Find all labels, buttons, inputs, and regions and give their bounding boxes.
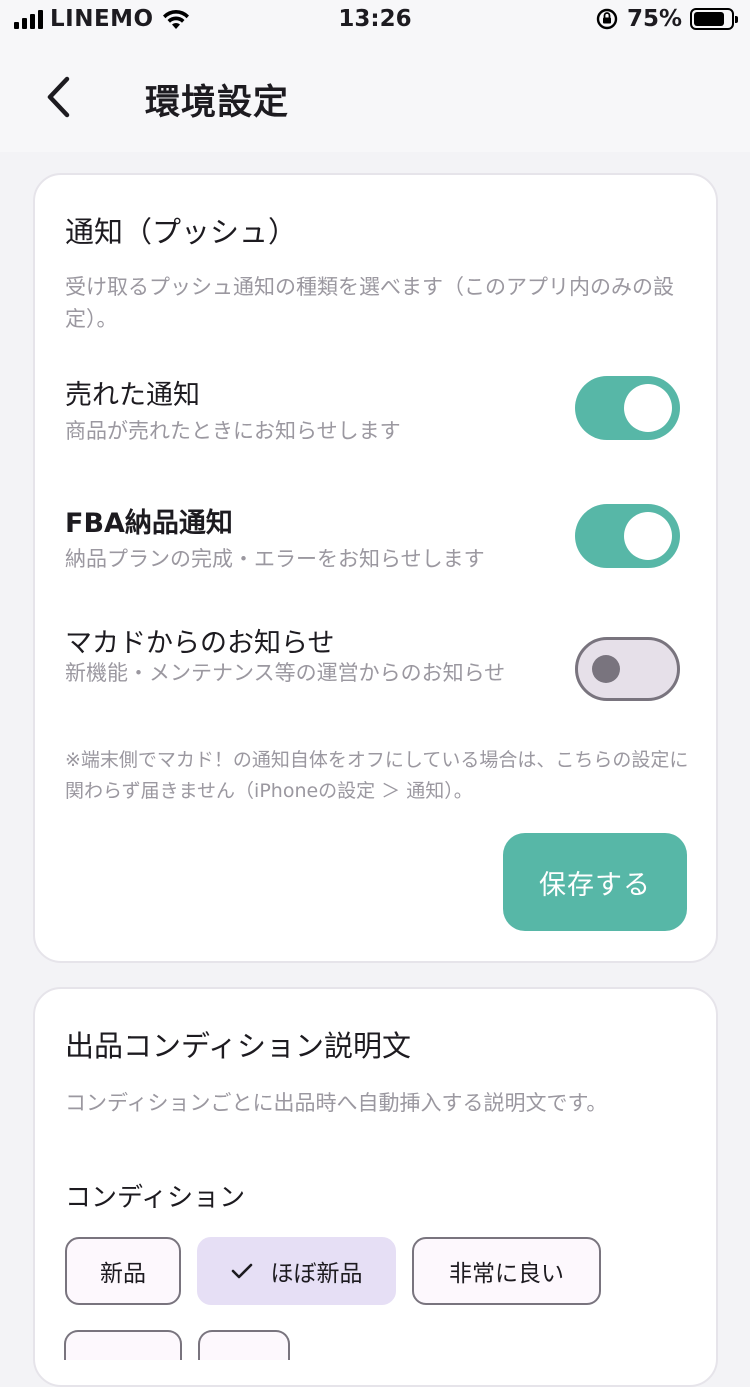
battery-percent: 75% <box>626 6 682 32</box>
chip-very-good[interactable]: 非常に良い <box>412 1237 601 1305</box>
chip-like-new[interactable]: ほぼ新品 <box>197 1237 396 1305</box>
notification-note: ※端末側でマカド！の通知自体をオフにしている場合は、こちらの設定に関わらず届きま… <box>65 749 689 802</box>
battery-icon <box>690 8 738 30</box>
notifications-card-description: 受け取るプッシュ通知の種類を選べます（このアプリ内のみの設定）。 <box>65 275 674 331</box>
app-header: 環境設定 <box>0 40 750 152</box>
notifications-card: 通知（プッシュ） 受け取るプッシュ通知の種類を選べます（このアプリ内のみの設定）… <box>33 173 718 963</box>
chip-new[interactable]: 新品 <box>65 1237 181 1305</box>
chip-label: 新品 <box>100 1261 146 1287</box>
check-icon <box>231 1263 252 1279</box>
back-button[interactable] <box>38 74 78 120</box>
setting-makado-subtitle: 新機能・メンテナンス等の運営からのお知らせ <box>65 661 506 685</box>
condition-card: 出品コンディション説明文 コンディションごとに出品時へ自動挿入する説明文です。 … <box>33 987 718 1387</box>
setting-fba-subtitle: 納品プランの完成・エラーをお知らせします <box>65 547 485 571</box>
setting-fba-title: FBA納品通知 <box>65 508 233 539</box>
condition-label: コンディション <box>65 1183 246 1213</box>
status-right: 75% <box>595 6 738 32</box>
setting-sold-title: 売れた通知 <box>65 380 200 411</box>
notifications-card-title: 通知（プッシュ） <box>65 215 298 249</box>
toggle-knob <box>624 384 672 432</box>
chip-row-2-item[interactable] <box>64 1330 182 1360</box>
toggle-knob <box>592 655 620 683</box>
chevron-left-icon <box>47 76 70 118</box>
setting-sold-subtitle: 商品が売れたときにお知らせします <box>65 419 401 443</box>
toggle-makado-news[interactable] <box>575 637 680 701</box>
chip-row-2-item[interactable] <box>198 1330 290 1360</box>
orientation-lock-icon <box>596 8 618 30</box>
condition-card-title: 出品コンディション説明文 <box>65 1029 411 1063</box>
chip-label: ほぼ新品 <box>270 1261 363 1287</box>
save-button[interactable]: 保存する <box>503 833 687 931</box>
page-title: 環境設定 <box>145 83 290 123</box>
toggle-knob <box>624 512 672 560</box>
toggle-fba-notification[interactable] <box>575 504 680 568</box>
setting-makado-title: マカドからのお知らせ <box>65 628 335 659</box>
toggle-sold-notification[interactable] <box>575 376 680 440</box>
status-bar: LINEMO 13:26 75% <box>0 0 750 40</box>
chip-label: 非常に良い <box>449 1261 564 1287</box>
condition-card-description: コンディションごとに出品時へ自動挿入する説明文です。 <box>65 1091 608 1115</box>
